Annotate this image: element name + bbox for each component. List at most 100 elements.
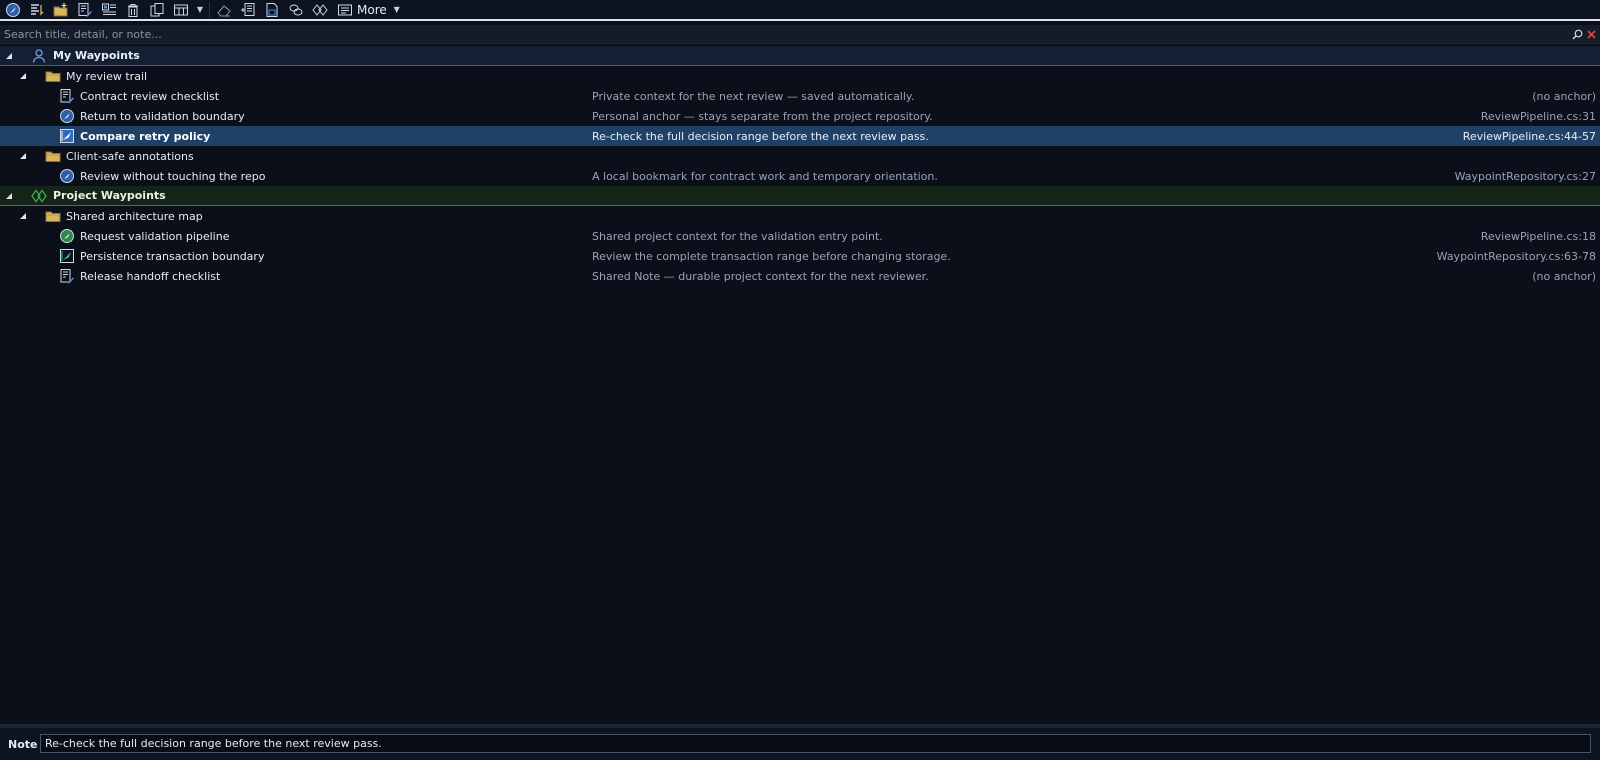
expand-triangle-icon[interactable] xyxy=(4,51,14,61)
more-menu-icon xyxy=(338,4,352,15)
compass-green-icon xyxy=(59,228,75,244)
columns-dropdown-arrow[interactable]: ▼ xyxy=(194,0,206,19)
new-folder-icon xyxy=(53,2,68,16)
waypoint-row[interactable]: Contract review checklist Private contex… xyxy=(0,86,1600,106)
trash-icon xyxy=(128,3,138,17)
waypoint-anchor: (no anchor) xyxy=(1532,269,1596,283)
group-title: My Waypoints xyxy=(53,49,140,62)
expand-triangle-icon[interactable] xyxy=(4,191,14,201)
copy-button[interactable] xyxy=(146,0,168,19)
compass-icon xyxy=(6,2,20,17)
columns-icon xyxy=(174,4,188,15)
note-icon xyxy=(59,268,75,284)
waypoint-title: Review without touching the repo xyxy=(80,169,266,183)
waypoint-row[interactable]: Release handoff checklist Shared Note — … xyxy=(0,266,1600,286)
folder-icon xyxy=(45,68,61,84)
search-bar xyxy=(0,25,1600,44)
waypoint-anchor: ReviewPipeline.cs:31 xyxy=(1480,109,1596,123)
waypoint-row-selected[interactable]: Compare retry policy Re-check the full d… xyxy=(0,126,1600,146)
waypoint-row[interactable]: Request validation pipeline Shared proje… xyxy=(0,226,1600,246)
clear-search-button[interactable] xyxy=(1584,25,1598,43)
waypoint-detail: Private context for the next review — sa… xyxy=(592,89,915,103)
compass-icon xyxy=(59,168,75,184)
view-columns-button[interactable] xyxy=(170,0,192,19)
toolbar-separator xyxy=(209,1,210,18)
add-note-button[interactable] xyxy=(74,0,96,19)
note-field[interactable]: Re-check the full decision range before … xyxy=(40,734,1591,753)
waypoint-tree: My Waypoints My review trail Contract re… xyxy=(0,46,1600,286)
waypoint-title: Compare retry policy xyxy=(80,129,211,143)
waypoint-anchor: ReviewPipeline.cs:18 xyxy=(1480,229,1596,243)
waypoint-anchor: ReviewPipeline.cs:44-57 xyxy=(1462,129,1596,143)
add-waypoint-button[interactable] xyxy=(2,0,24,19)
folder-title: Shared architecture map xyxy=(66,209,203,223)
link-button[interactable] xyxy=(285,0,307,19)
waypoint-title: Release handoff checklist xyxy=(80,269,221,283)
folder-icon xyxy=(45,148,61,164)
waypoint-detail: Personal anchor — stays separate from th… xyxy=(592,109,933,123)
sort-icon xyxy=(31,3,44,16)
document-export-icon xyxy=(266,2,278,17)
waypoint-title: Persistence transaction boundary xyxy=(80,249,265,263)
delete-button[interactable] xyxy=(122,0,144,19)
clear-filter-button[interactable] xyxy=(213,0,235,19)
group-my-waypoints[interactable]: My Waypoints xyxy=(0,46,1600,66)
chevron-down-icon: ▼ xyxy=(393,5,400,14)
toolbar: ▼ More ▼ xyxy=(0,0,1600,21)
note-icon xyxy=(59,88,75,104)
chevron-down-icon: ▼ xyxy=(196,5,204,14)
note-bar: Note Re-check the full decision range be… xyxy=(0,724,1600,760)
folder-title: Client-safe annotations xyxy=(66,149,194,163)
copy-icon xyxy=(150,2,164,16)
waypoint-detail: Shared Note — durable project context fo… xyxy=(592,269,929,283)
diamond-icon xyxy=(312,3,328,16)
range-anchor-green-icon xyxy=(59,248,75,264)
note-label: Note xyxy=(8,738,38,751)
more-dropdown-arrow[interactable]: ▼ xyxy=(391,0,403,19)
expand-triangle-icon[interactable] xyxy=(18,151,28,161)
compass-icon xyxy=(59,108,75,124)
diamond-icon xyxy=(31,188,47,204)
waypoint-row[interactable]: Return to validation boundary Personal a… xyxy=(0,106,1600,126)
waypoint-detail: A local bookmark for contract work and t… xyxy=(592,169,938,183)
eraser-icon xyxy=(217,4,231,16)
edit-details-button[interactable] xyxy=(98,0,120,19)
group-project-waypoints[interactable]: Project Waypoints xyxy=(0,186,1600,206)
note-insert-icon xyxy=(241,2,255,16)
note-edit-icon xyxy=(78,2,92,17)
waypoint-anchor: WaypointRepository.cs:27 xyxy=(1454,169,1596,183)
waypoint-detail: Re-check the full decision range before … xyxy=(592,129,929,143)
folder-title: My review trail xyxy=(66,69,148,83)
waypoint-detail: Shared project context for the validatio… xyxy=(592,229,883,243)
waypoint-anchor: WaypointRepository.cs:63-78 xyxy=(1436,249,1596,263)
folder-row[interactable]: Shared architecture map xyxy=(0,206,1600,226)
waypoint-detail: Review the complete transaction range be… xyxy=(592,249,951,263)
search-button[interactable] xyxy=(1570,25,1584,43)
new-folder-button[interactable] xyxy=(50,0,72,19)
folder-row[interactable]: Client-safe annotations xyxy=(0,146,1600,166)
waypoint-row[interactable]: Persistence transaction boundary Review … xyxy=(0,246,1600,266)
sort-button[interactable] xyxy=(26,0,48,19)
details-icon xyxy=(102,3,116,15)
export-button[interactable] xyxy=(261,0,283,19)
expand-triangle-icon[interactable] xyxy=(18,71,28,81)
search-icon xyxy=(1572,29,1582,39)
waypoint-title: Request validation pipeline xyxy=(80,229,230,243)
folder-row[interactable]: My review trail xyxy=(0,66,1600,86)
more-label: More xyxy=(357,2,387,17)
project-waypoints-button[interactable] xyxy=(309,0,331,19)
person-icon xyxy=(31,48,47,64)
range-anchor-icon xyxy=(59,128,75,144)
more-menu-button[interactable]: More xyxy=(333,0,391,19)
expand-triangle-icon[interactable] xyxy=(18,211,28,221)
insert-note-button[interactable] xyxy=(237,0,259,19)
folder-icon xyxy=(45,208,61,224)
waypoint-title: Contract review checklist xyxy=(80,89,220,103)
waypoint-title: Return to validation boundary xyxy=(80,109,245,123)
search-input[interactable] xyxy=(0,25,1570,43)
link-icon xyxy=(289,4,303,15)
close-icon xyxy=(1586,29,1596,39)
waypoint-anchor: (no anchor) xyxy=(1532,89,1596,103)
group-title: Project Waypoints xyxy=(53,189,166,202)
waypoint-row[interactable]: Review without touching the repo A local… xyxy=(0,166,1600,186)
